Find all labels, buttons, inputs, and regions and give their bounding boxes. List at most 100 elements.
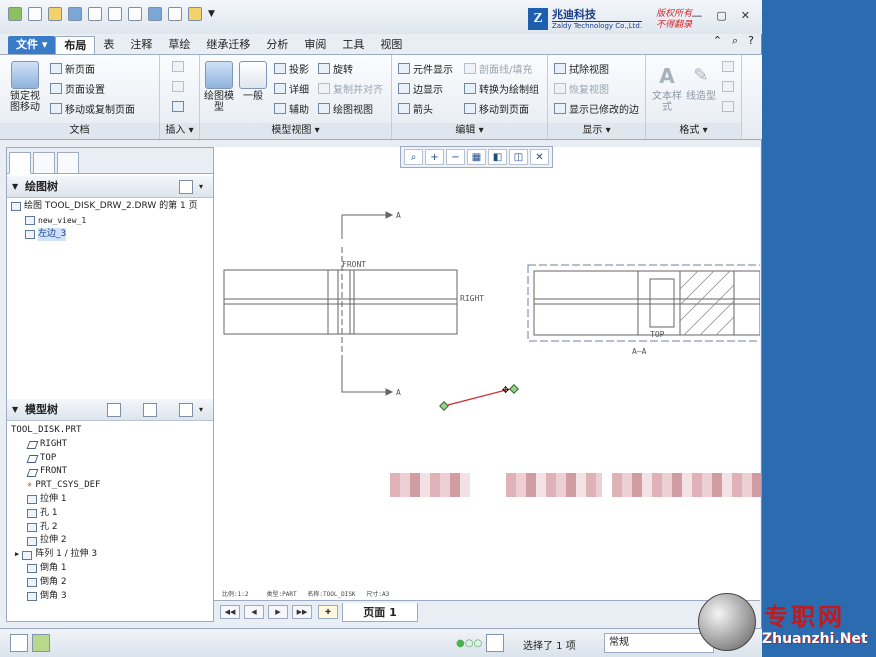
element-display-button[interactable]: 元件显示	[398, 61, 453, 76]
tree-item[interactable]: ✳ PRT_CSYS_DEF	[11, 479, 100, 493]
insert-sketch-button[interactable]	[172, 61, 184, 72]
restore-view-button[interactable]: 恢复视图	[554, 81, 609, 96]
search-icon[interactable]: ⌕	[732, 34, 738, 48]
tab-tools[interactable]: 工具	[334, 36, 372, 54]
browser-toggle-icon[interactable]	[32, 634, 50, 652]
tab-annotate[interactable]: 注释	[122, 36, 160, 54]
repaint-icon[interactable]: ▦	[467, 149, 486, 165]
drawing-canvas[interactable]: A A FRONT RIGHT TOP A–A ✥	[214, 147, 765, 600]
drawing-tree-header[interactable]: ▼ 绘图树 ▾	[7, 176, 213, 198]
text-style-button[interactable]: A 文本样式	[652, 61, 682, 113]
drawing-tree-collapse-icon[interactable]: ▼	[12, 176, 18, 198]
regenerate-icon[interactable]	[148, 7, 162, 21]
selected-view-frame[interactable]	[527, 264, 765, 342]
collapse-ribbon-icon[interactable]: ⌃	[713, 34, 722, 48]
annotation-display-icon[interactable]: ✕	[530, 149, 549, 165]
format-percent-button[interactable]	[722, 81, 734, 92]
tab-file[interactable]: 文件 ▾	[8, 36, 56, 54]
open-icon[interactable]	[48, 7, 62, 21]
tree-item[interactable]: RIGHT	[11, 438, 100, 452]
tree-item[interactable]: 拉伸 1	[11, 493, 100, 507]
model-tree-view-icon[interactable]	[107, 403, 121, 417]
zoom-out-icon[interactable]: −	[446, 149, 465, 165]
find-icon[interactable]	[486, 634, 504, 652]
drag-handle-start[interactable]	[439, 401, 449, 411]
tree-item[interactable]: 倒角 3	[11, 590, 100, 604]
model-tree-dropdown-icon[interactable]: ▾	[199, 399, 203, 421]
tree-item[interactable]: 倒角 2	[11, 576, 100, 590]
group-format-label[interactable]: 格式 ▾	[646, 123, 741, 139]
tab-layout[interactable]: 布局	[55, 36, 96, 54]
projection-button[interactable]: 投影	[274, 61, 309, 76]
window-icon[interactable]	[168, 7, 182, 21]
group-display-label[interactable]: 显示 ▾	[548, 123, 645, 139]
save-icon[interactable]	[68, 7, 82, 21]
datum-display-icon[interactable]: ◫	[509, 149, 528, 165]
tab-model-tree[interactable]	[9, 152, 31, 174]
new-page-button[interactable]: 新页面	[50, 61, 95, 76]
copy-align-button[interactable]: 复制并对齐	[318, 81, 383, 96]
tree-item[interactable]: 孔 1	[11, 507, 100, 521]
undo-icon[interactable]	[88, 7, 102, 21]
model-tree-collapse-icon[interactable]: ▼	[12, 399, 18, 421]
select-box-icon[interactable]	[128, 7, 142, 21]
detail-button[interactable]: 详细	[274, 81, 309, 96]
sheet-tab-page-1[interactable]: 页面 1	[342, 603, 418, 622]
app-icon[interactable]	[8, 7, 22, 21]
redo-icon[interactable]	[108, 7, 122, 21]
help-icon[interactable]: ?	[748, 34, 754, 48]
new-sheet-icon[interactable]: ✚	[318, 605, 338, 619]
section-fill-button[interactable]: 剖面线/填充	[464, 61, 532, 76]
new-icon[interactable]	[28, 7, 42, 21]
zoom-in-icon[interactable]: +	[425, 149, 444, 165]
drawing-tree-settings-icon[interactable]	[179, 180, 193, 194]
tab-review[interactable]: 审阅	[296, 36, 334, 54]
erase-view-button[interactable]: 拭除视图	[554, 61, 609, 76]
group-insert-label[interactable]: 插入 ▾	[160, 123, 199, 139]
tab-analysis[interactable]: 分析	[258, 36, 296, 54]
tree-item[interactable]: 倒角 1	[11, 562, 100, 576]
tree-item[interactable]: TOP	[11, 452, 100, 466]
tree-item[interactable]: FRONT	[11, 465, 100, 479]
group-edit-label[interactable]: 编辑 ▾	[392, 123, 547, 139]
drawing-tree-dropdown-icon[interactable]: ▾	[199, 176, 203, 198]
format-repeat-button[interactable]	[722, 101, 734, 112]
tree-item[interactable]: 左边_3	[11, 227, 198, 242]
minimize-icon[interactable]: —	[691, 9, 702, 22]
model-tree-tools-icon[interactable]	[143, 403, 157, 417]
tree-item[interactable]: 拉伸 2	[11, 534, 100, 548]
tab-view[interactable]: 视图	[372, 36, 410, 54]
prev-page-icon[interactable]: ◀	[244, 605, 264, 619]
last-page-icon[interactable]: ▶▶	[292, 605, 312, 619]
tree-item[interactable]: TOOL_DISK.PRT	[11, 424, 100, 438]
maximize-icon[interactable]: ▢	[716, 9, 726, 22]
revolve-button[interactable]: 旋转	[318, 61, 353, 76]
tab-legacy-migration[interactable]: 继承迁移	[198, 36, 258, 54]
first-page-icon[interactable]: ◀◀	[220, 605, 240, 619]
tree-item[interactable]: 孔 2	[11, 521, 100, 535]
close-icon[interactable]: ✕	[741, 9, 750, 22]
model-tree-settings-icon[interactable]	[179, 403, 193, 417]
tab-sketch[interactable]: 草绘	[160, 36, 198, 54]
tree-item[interactable]: new_view_1	[11, 214, 198, 228]
insert-image-button[interactable]	[172, 101, 184, 112]
lock-view-move-button[interactable]: 锁定视图移动	[8, 61, 42, 113]
close-window-icon[interactable]	[188, 7, 202, 21]
arrow-button[interactable]: 箭头	[398, 101, 433, 116]
move-to-page-button[interactable]: 移动到页面	[464, 101, 529, 116]
drag-handle-end[interactable]	[509, 384, 519, 394]
insert-table-button[interactable]	[172, 81, 184, 92]
tree-item[interactable]: ▶ 阵列 1 / 拉伸 3	[11, 548, 100, 562]
refit-icon[interactable]: ⌕	[404, 149, 423, 165]
page-setup-button[interactable]: 页面设置	[50, 81, 105, 96]
hatch-pattern-button[interactable]	[722, 61, 734, 72]
general-view-button[interactable]: 一般	[238, 61, 268, 102]
drawing-model-button[interactable]: 绘图模型	[204, 61, 234, 113]
model-tree-header[interactable]: ▼ 模型树 ▾	[7, 399, 213, 421]
front-view[interactable]	[223, 247, 458, 359]
convert-to-draw-group-button[interactable]: 转换为绘制组	[464, 81, 539, 96]
auxiliary-button[interactable]: 辅助	[274, 101, 309, 116]
tree-item[interactable]: 绘图 TOOL_DISK_DRW_2.DRW 的第 1 页	[11, 200, 198, 214]
tab-folder-browser[interactable]	[33, 152, 55, 174]
drawing-view-button[interactable]: 绘图视图	[318, 101, 373, 116]
